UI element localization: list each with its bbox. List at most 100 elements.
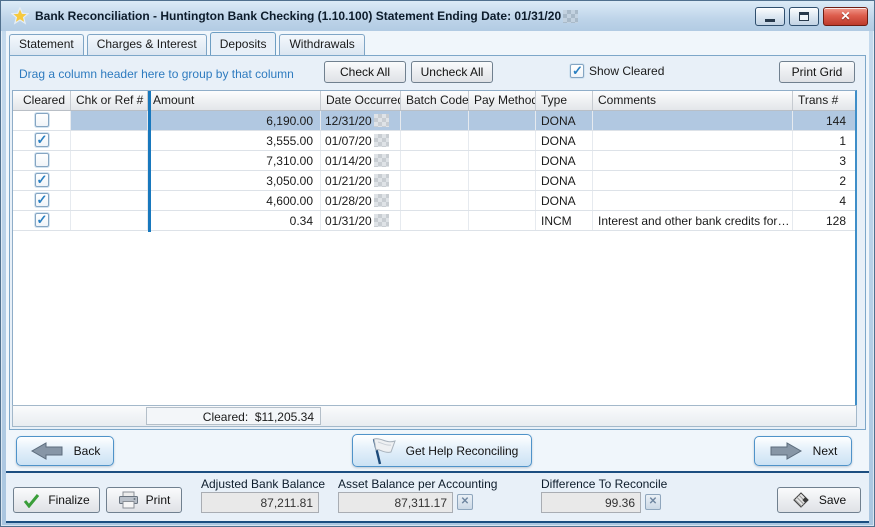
- grid-footer: Cleared: $11,205.34: [12, 405, 857, 427]
- save-button[interactable]: Save: [777, 487, 861, 513]
- cleared-checkbox[interactable]: [35, 213, 49, 227]
- cell-trans-no: 3: [793, 151, 855, 170]
- clear-asset-balance-button[interactable]: ✕: [457, 494, 473, 510]
- cell-trans-no: 144: [793, 111, 855, 130]
- star-icon: [11, 7, 29, 25]
- arrow-left-icon: [30, 442, 64, 460]
- date-redaction: [374, 154, 389, 167]
- cell-batch-code: [401, 151, 469, 170]
- tab-withdrawals[interactable]: Withdrawals: [279, 34, 364, 55]
- title-bar[interactable]: Bank Reconciliation - Huntington Bank Ch…: [1, 1, 874, 31]
- cell-comments: [593, 111, 793, 130]
- frozen-column-divider: [148, 91, 151, 232]
- cell-chk-or-ref: [71, 151, 148, 170]
- white-flag-icon: [366, 437, 396, 465]
- column-header-cleared[interactable]: Cleared: [13, 91, 71, 110]
- cleared-checkbox[interactable]: [35, 193, 49, 207]
- column-header-type[interactable]: Type: [536, 91, 593, 110]
- table-row[interactable]: 7,310.00 01/14/20 DONA 3: [13, 151, 855, 171]
- cell-type: INCM: [536, 211, 593, 230]
- cell-comments: [593, 151, 793, 170]
- show-cleared-label: Show Cleared: [589, 64, 664, 78]
- cell-date-occurred: 01/07/20: [321, 131, 401, 150]
- cleared-checkbox[interactable]: [35, 133, 49, 147]
- clear-x-icon: ✕: [649, 496, 657, 507]
- column-header-chk-or-ref[interactable]: Chk or Ref #: [71, 91, 148, 110]
- cell-chk-or-ref: [71, 171, 148, 190]
- column-header-trans-no[interactable]: Trans #: [793, 91, 855, 110]
- date-redaction: [374, 134, 389, 147]
- date-redaction: [374, 214, 389, 227]
- cell-date-occurred: 01/14/20: [321, 151, 401, 170]
- print-button[interactable]: Print: [106, 487, 182, 513]
- cell-date-occurred: 12/31/20: [321, 111, 401, 130]
- wizard-nav-row: Back Get Help Reconciling Next: [9, 433, 866, 470]
- cell-pay-method: [469, 191, 536, 210]
- cell-comments: [593, 131, 793, 150]
- tab-bar: Statement Charges & Interest Deposits Wi…: [9, 32, 365, 55]
- save-disk-icon: [792, 491, 810, 509]
- column-header-batch-code[interactable]: Batch Code: [401, 91, 469, 110]
- cell-amount: 0.34: [148, 211, 321, 230]
- cell-amount: 6,190.00: [148, 111, 321, 130]
- table-row[interactable]: 3,050.00 01/21/20 DONA 2: [13, 171, 855, 191]
- cleared-checkbox[interactable]: [35, 113, 49, 127]
- tab-charges-interest[interactable]: Charges & Interest: [87, 34, 207, 55]
- table-row[interactable]: 0.34 01/31/20 INCM Interest and other ba…: [13, 211, 855, 231]
- deposits-grid: Cleared Chk or Ref # Amount Date Occurre…: [12, 90, 857, 406]
- date-redaction: [374, 114, 389, 127]
- table-row[interactable]: 3,555.00 01/07/20 DONA 1: [13, 131, 855, 151]
- cell-amount: 3,050.00: [148, 171, 321, 190]
- check-all-button[interactable]: Check All: [324, 61, 406, 83]
- show-cleared-checkbox[interactable]: [570, 64, 584, 78]
- cell-trans-no: 128: [793, 211, 855, 230]
- cell-batch-code: [401, 131, 469, 150]
- cell-type: DONA: [536, 111, 593, 130]
- close-button[interactable]: ✕: [823, 7, 868, 26]
- cell-pay-method: [469, 131, 536, 150]
- uncheck-all-button[interactable]: Uncheck All: [411, 61, 493, 83]
- cell-comments: [593, 191, 793, 210]
- cell-amount: 4,600.00: [148, 191, 321, 210]
- column-header-comments[interactable]: Comments: [593, 91, 793, 110]
- tab-statement[interactable]: Statement: [9, 34, 84, 55]
- cell-amount: 3,555.00: [148, 131, 321, 150]
- adjusted-bank-balance-field: 87,211.81: [201, 492, 319, 513]
- grid-header-row: Cleared Chk or Ref # Amount Date Occurre…: [13, 91, 855, 111]
- cell-type: DONA: [536, 131, 593, 150]
- date-redaction: [374, 174, 389, 187]
- maximize-button[interactable]: [789, 7, 819, 26]
- cell-pay-method: [469, 171, 536, 190]
- back-button[interactable]: Back: [16, 436, 114, 466]
- cell-pay-method: [469, 111, 536, 130]
- difference-to-reconcile-field: 99.36: [541, 492, 641, 513]
- minimize-button[interactable]: [755, 7, 785, 26]
- column-header-pay-method[interactable]: Pay Method: [469, 91, 536, 110]
- green-check-icon: [23, 493, 40, 508]
- cell-trans-no: 1: [793, 131, 855, 150]
- get-help-reconciling-button[interactable]: Get Help Reconciling: [352, 434, 532, 467]
- column-header-amount[interactable]: Amount: [148, 91, 321, 110]
- deposits-panel: Drag a column header here to group by th…: [9, 55, 866, 430]
- cell-pay-method: [469, 151, 536, 170]
- next-button[interactable]: Next: [754, 436, 852, 466]
- clear-difference-button[interactable]: ✕: [645, 494, 661, 510]
- table-row[interactable]: 6,190.00 12/31/20 DONA 144: [13, 111, 855, 131]
- finalize-button[interactable]: Finalize: [13, 487, 100, 513]
- cleared-total-label: Cleared:: [203, 410, 248, 424]
- cell-batch-code: [401, 211, 469, 230]
- cleared-total-value: $11,205.34: [255, 410, 314, 424]
- column-header-date-occurred[interactable]: Date Occurred: [321, 91, 401, 110]
- show-cleared-toggle[interactable]: Show Cleared: [570, 64, 664, 78]
- cell-date-occurred: 01/28/20: [321, 191, 401, 210]
- adjusted-bank-balance-label: Adjusted Bank Balance: [201, 477, 325, 491]
- cleared-checkbox[interactable]: [35, 153, 49, 167]
- tab-deposits[interactable]: Deposits: [210, 32, 277, 55]
- group-by-hint[interactable]: Drag a column header here to group by th…: [19, 67, 294, 81]
- cleared-checkbox[interactable]: [35, 173, 49, 187]
- table-row[interactable]: 4,600.00 01/28/20 DONA 4: [13, 191, 855, 211]
- print-grid-button[interactable]: Print Grid: [779, 61, 855, 83]
- maximize-icon: [799, 12, 809, 21]
- cell-comments: [593, 171, 793, 190]
- date-redaction: [374, 194, 389, 207]
